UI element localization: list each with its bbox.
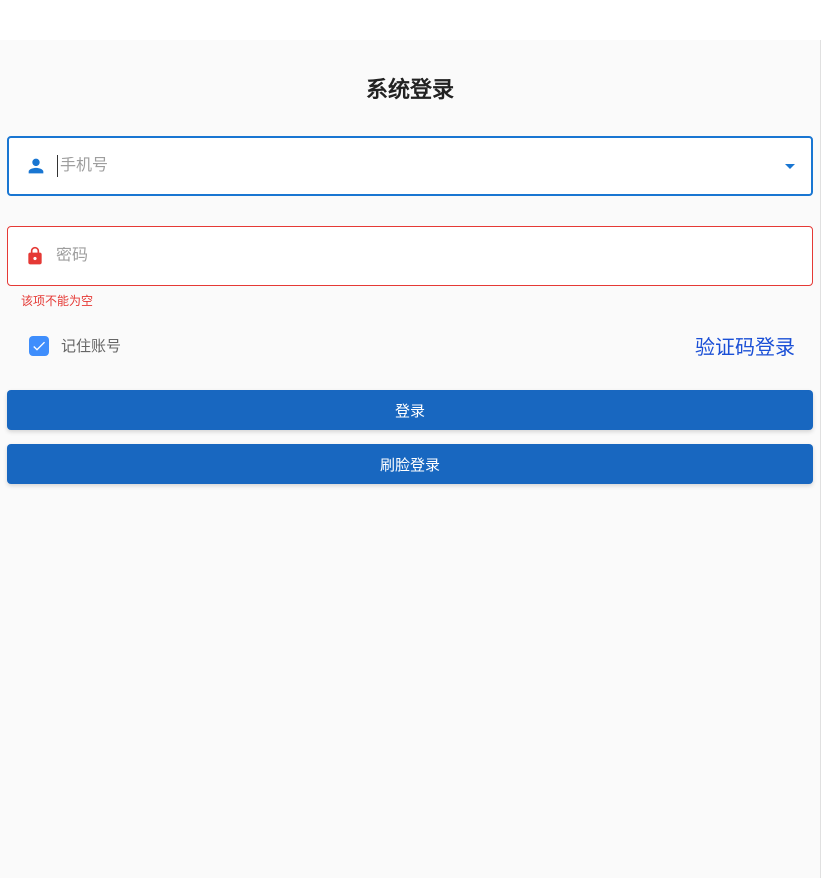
phone-input[interactable]	[60, 157, 777, 175]
phone-field	[7, 136, 813, 196]
password-input-wrap[interactable]	[7, 226, 813, 286]
chevron-down-icon[interactable]	[785, 164, 795, 169]
page-title: 系统登录	[7, 72, 813, 104]
page-background: 系统登录 该项不能为空	[0, 40, 821, 878]
remember-label: 记住账号	[61, 335, 121, 356]
login-button[interactable]: 登录	[7, 390, 813, 430]
face-login-button[interactable]: 刷脸登录	[7, 444, 813, 484]
remember-checkbox[interactable]: 记住账号	[29, 335, 121, 356]
code-login-link[interactable]: 验证码登录	[695, 331, 795, 360]
checkbox-checked-icon	[29, 336, 49, 356]
options-row: 记住账号 验证码登录	[7, 331, 813, 360]
password-input[interactable]	[56, 247, 796, 265]
phone-input-wrap[interactable]	[7, 136, 813, 196]
password-field: 该项不能为空	[7, 226, 813, 309]
lock-icon	[24, 245, 46, 267]
login-container: 系统登录 该项不能为空	[7, 72, 813, 484]
text-caret	[57, 155, 58, 177]
person-icon	[25, 155, 47, 177]
top-blank-area	[0, 0, 821, 40]
password-error-message: 该项不能为空	[21, 292, 813, 309]
